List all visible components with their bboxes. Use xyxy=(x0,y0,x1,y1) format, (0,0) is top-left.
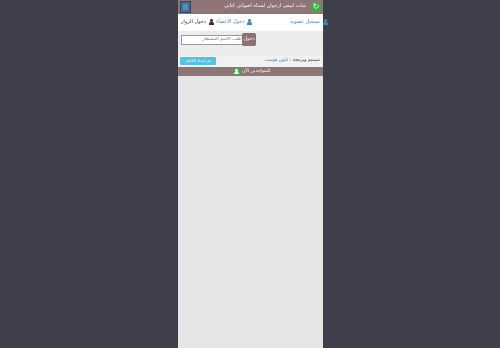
login-form: دخول xyxy=(178,31,323,55)
user-icon xyxy=(208,18,215,25)
nickname-input[interactable] xyxy=(181,35,246,45)
online-label: المتواجدين الآن xyxy=(242,69,271,74)
site-logo xyxy=(180,1,191,13)
credit-prefix: تصميم وبرمجة : xyxy=(289,58,320,63)
refresh-button[interactable]: ↻ xyxy=(311,2,321,12)
chat-panel: شات ليبقى ارجوان لسناه اصواتي كتابي ↻ تس… xyxy=(178,0,328,348)
users-icon xyxy=(233,68,241,75)
members-login-link[interactable]: دخول الاعضاء xyxy=(216,18,253,27)
user-icon xyxy=(246,18,253,25)
credit-link[interactable]: ابلون هوست xyxy=(264,58,288,63)
header-bar: شات ليبقى ارجوان لسناه اصواتي كتابي ↻ xyxy=(178,0,323,14)
credit-row: تم اعداد الكامل تصميم وبرمجة : ابلون هوس… xyxy=(178,55,323,67)
visitors-label: دخول الزوار xyxy=(181,19,207,25)
site-title: شات ليبقى ارجوان لسناه اصواتي كتابي xyxy=(224,3,306,9)
refresh-icon: ↻ xyxy=(312,2,320,11)
nav-row: تسجيل عضويه دخول الاعضاء دخول الزوار xyxy=(178,14,328,31)
credit-text: تصميم وبرمجة : ابلون هوست xyxy=(264,57,320,65)
install-button[interactable]: تم اعداد الكامل xyxy=(180,57,216,65)
register-label: تسجيل عضويه xyxy=(290,19,320,25)
login-button[interactable]: دخول xyxy=(242,33,256,46)
user-plus-icon xyxy=(322,18,329,25)
visitors-login-link[interactable]: دخول الزوار xyxy=(181,18,215,27)
online-users-bar: المتواجدين الآن xyxy=(178,67,323,76)
members-label: دخول الاعضاء xyxy=(216,19,245,25)
register-link[interactable]: تسجيل عضويه xyxy=(290,18,329,27)
